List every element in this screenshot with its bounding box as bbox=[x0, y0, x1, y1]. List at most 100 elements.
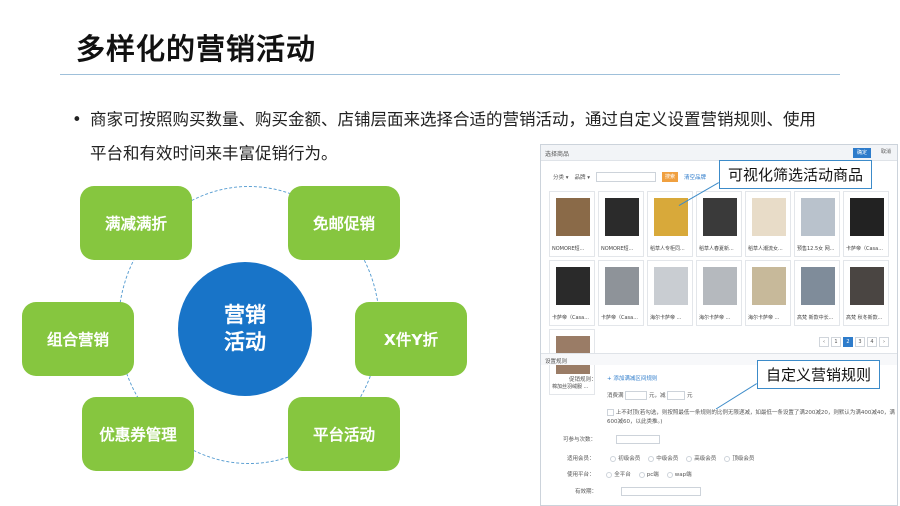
product-caption: 棉加丝羽绒服 ... bbox=[552, 384, 589, 390]
member-option-label: 中级会员 bbox=[656, 456, 679, 462]
member-option[interactable]: 中级会员 bbox=[648, 455, 679, 462]
product-caption: 稻草人春夏新... bbox=[699, 246, 734, 252]
radio-icon bbox=[666, 471, 673, 478]
member-label: 适用会员： bbox=[567, 456, 595, 462]
product-caption: 高梵 新款中长... bbox=[797, 315, 834, 321]
page-button[interactable]: 2 bbox=[843, 337, 853, 347]
member-option-label: 高级会员 bbox=[694, 456, 717, 462]
platform-option[interactable]: pc端 bbox=[638, 471, 659, 478]
page-button[interactable]: ‹ bbox=[819, 337, 829, 347]
member-option-label: 初级会员 bbox=[618, 456, 641, 462]
valid-row: 有效期： bbox=[575, 487, 701, 496]
product-card[interactable]: 卡萨帝（Casa... bbox=[598, 260, 644, 326]
product-image bbox=[556, 198, 590, 236]
product-image bbox=[703, 267, 737, 305]
product-caption: 卡萨帝（Casa... bbox=[601, 315, 638, 321]
product-image bbox=[556, 267, 590, 305]
product-card[interactable]: 预售12.5女 网... bbox=[794, 191, 840, 257]
product-caption: NOMORE短... bbox=[601, 246, 634, 252]
page-button[interactable]: 3 bbox=[855, 337, 865, 347]
product-caption: NOMORE短... bbox=[552, 246, 585, 252]
brand-dropdown[interactable]: 品牌 ▾ bbox=[575, 173, 591, 181]
radio-icon bbox=[648, 455, 655, 462]
no-cap-row: 上不封顶(若勾选，则按照最低一条规则的比例无限递减，如最低一条设置了满200减2… bbox=[607, 409, 897, 427]
platform-label: 使用平台： bbox=[567, 472, 595, 478]
platform-option-label: 全平台 bbox=[614, 472, 631, 478]
hub-circle: 营销 活动 bbox=[178, 262, 312, 396]
product-card[interactable]: 高梵 新款中长... bbox=[794, 260, 840, 326]
product-card[interactable]: NOMORE短... bbox=[549, 191, 595, 257]
member-option[interactable]: 初级会员 bbox=[610, 455, 641, 462]
screenshot-panel: 选择商品 确定 取消 分类 ▾ 品牌 ▾ 搜索 清空品牌 NOMORE短... N… bbox=[540, 144, 898, 506]
category-dropdown[interactable]: 分类 ▾ bbox=[553, 173, 569, 181]
member-option[interactable]: 高级会员 bbox=[686, 455, 717, 462]
product-card[interactable]: 海尔卡萨帝 ... bbox=[745, 260, 791, 326]
radio-icon bbox=[686, 455, 693, 462]
callout-custom-rules: 自定义营销规则 bbox=[757, 360, 881, 389]
cancel-button[interactable]: 取消 bbox=[881, 148, 891, 155]
page-button[interactable]: › bbox=[879, 337, 889, 347]
filter-bar: 分类 ▾ 品牌 ▾ 搜索 清空品牌 bbox=[553, 172, 706, 182]
product-card[interactable]: 高梵 秋冬新款... bbox=[843, 260, 889, 326]
platform-option[interactable]: wap端 bbox=[666, 471, 692, 478]
panel-header: 选择商品 确定 取消 bbox=[541, 145, 897, 161]
product-image bbox=[605, 198, 639, 236]
product-card[interactable]: 稻草人春夏新... bbox=[696, 191, 742, 257]
product-image bbox=[605, 267, 639, 305]
reduce-label: 元，减 bbox=[649, 393, 666, 399]
member-option[interactable]: 顶级会员 bbox=[724, 455, 755, 462]
confirm-button[interactable]: 确定 bbox=[853, 148, 871, 158]
callout-visual-filter: 可视化筛选活动商品 bbox=[719, 160, 873, 189]
hub-line-2: 活动 bbox=[224, 330, 266, 354]
page-button[interactable]: 4 bbox=[867, 337, 877, 347]
radio-icon bbox=[638, 471, 645, 478]
platform-option[interactable]: 全平台 bbox=[606, 471, 631, 478]
radio-icon bbox=[724, 455, 731, 462]
product-card[interactable]: 海尔卡萨帝 ... bbox=[647, 260, 693, 326]
product-caption: 卡萨帝（Casa... bbox=[552, 315, 589, 321]
page-button[interactable]: 1 bbox=[831, 337, 841, 347]
product-caption: 高梵 秋冬新款... bbox=[846, 315, 883, 321]
member-row: 适用会员： 初级会员 中级会员 高级会员 顶级会员 bbox=[567, 454, 762, 462]
pill-free-shipping: 免邮促销 bbox=[288, 186, 400, 260]
product-image bbox=[752, 198, 786, 236]
yuan-label: 元 bbox=[687, 393, 693, 399]
platform-row: 使用平台： 全平台 pc端 wap端 bbox=[567, 470, 700, 478]
radio-icon bbox=[606, 471, 613, 478]
slide: 多样化的营销活动 • 商家可按照购买数量、购买金额、店铺层面来选择合适的营销活动… bbox=[0, 0, 900, 506]
product-image bbox=[752, 267, 786, 305]
product-caption: 预售12.5女 网... bbox=[797, 246, 835, 252]
product-caption: 海尔卡萨帝 ... bbox=[748, 315, 780, 321]
product-card[interactable]: 卡萨帝（Casa... bbox=[549, 260, 595, 326]
pill-combo: 组合营销 bbox=[22, 302, 134, 376]
product-card[interactable]: 稻草人潮流女... bbox=[745, 191, 791, 257]
consume-label: 消费满 bbox=[607, 393, 624, 399]
member-option-label: 顶级会员 bbox=[732, 456, 755, 462]
hub-line-1: 营销 bbox=[224, 303, 266, 327]
product-caption: 稻草人潮流女... bbox=[748, 246, 783, 252]
consume-amount-input[interactable] bbox=[625, 391, 648, 400]
valid-date-input[interactable] bbox=[620, 487, 701, 496]
pagination: ‹ 1 2 3 4 › bbox=[819, 337, 889, 347]
valid-label: 有效期： bbox=[575, 489, 598, 495]
product-card[interactable]: 卡萨帝（Casa... bbox=[843, 191, 889, 257]
product-card[interactable]: NOMORE短... bbox=[598, 191, 644, 257]
product-image bbox=[703, 198, 737, 236]
product-card[interactable]: 海尔卡萨帝 ... bbox=[696, 260, 742, 326]
promo-rule-label: 促销规则： bbox=[569, 377, 597, 383]
product-image bbox=[801, 198, 835, 236]
pill-full-reduction: 满减满折 bbox=[80, 186, 192, 260]
product-caption: 稻草人专柜同... bbox=[650, 246, 685, 252]
search-button[interactable]: 搜索 bbox=[662, 172, 679, 182]
pill-x-for-y: X件Y折 bbox=[355, 302, 467, 376]
reduce-amount-input[interactable] bbox=[667, 391, 686, 400]
product-image bbox=[850, 267, 884, 305]
times-input[interactable] bbox=[615, 435, 660, 444]
clear-brand-link[interactable]: 清空品牌 bbox=[684, 173, 706, 181]
no-cap-checkbox[interactable] bbox=[607, 409, 614, 416]
times-label: 可参与次数： bbox=[563, 437, 597, 443]
add-rule-link[interactable]: + 添加满减区间规则 bbox=[607, 374, 657, 382]
product-image bbox=[850, 198, 884, 236]
product-caption: 卡萨帝（Casa... bbox=[846, 246, 883, 252]
search-input[interactable] bbox=[596, 172, 657, 182]
